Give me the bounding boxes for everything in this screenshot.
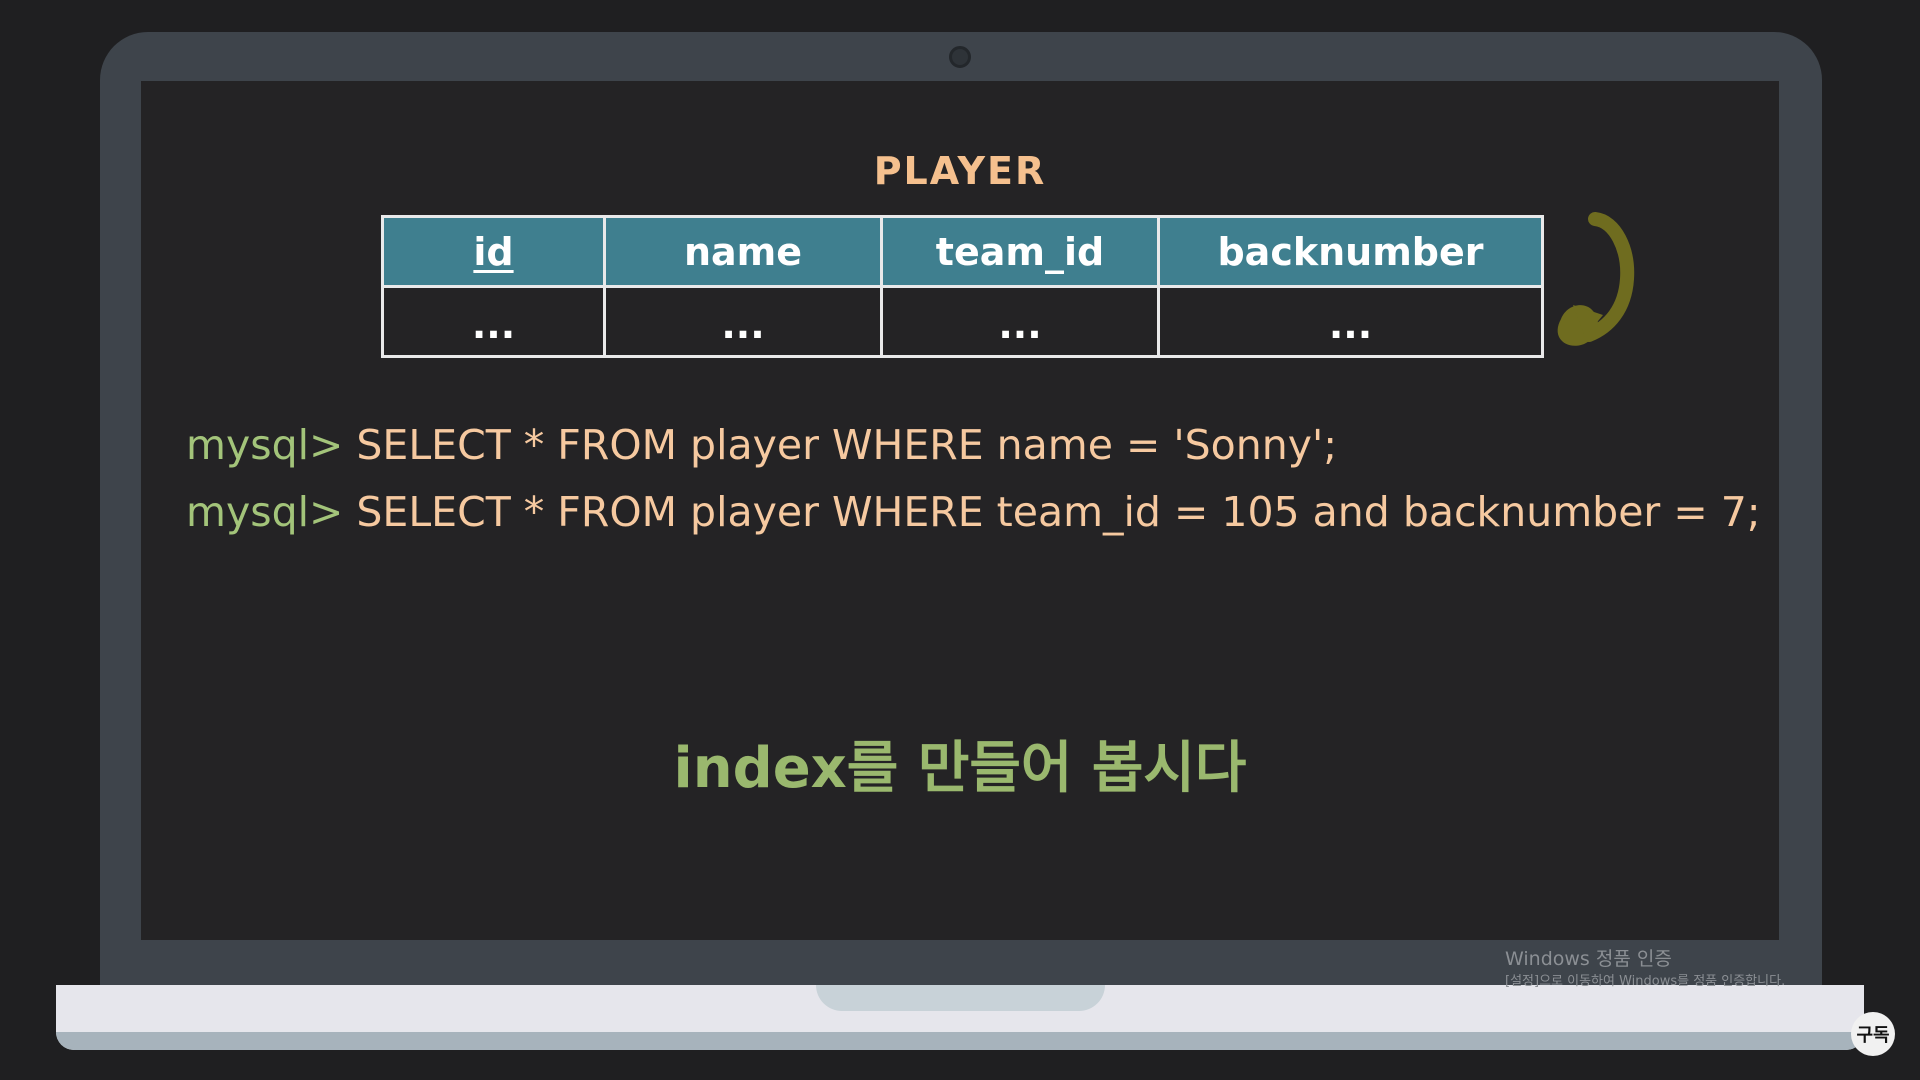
slide-screen: PLAYER id name team_id backnumber ... ..… (141, 81, 1779, 940)
column-id-label: id (473, 229, 514, 274)
column-header-id: id (381, 215, 606, 288)
column-header-team-id: team_id (880, 215, 1160, 288)
table-row: ... ... ... ... (381, 285, 1544, 358)
subscribe-button[interactable]: 구독 (1851, 1012, 1895, 1056)
camera-icon (949, 46, 971, 68)
windows-activation-subtitle: [설정]으로 이동하여 Windows를 정품 인증합니다. (1505, 974, 1786, 989)
query-line-1: mysql> SELECT * FROM player WHERE name =… (186, 421, 1337, 469)
column-header-backnumber: backnumber (1157, 215, 1544, 288)
curved-arrow-icon (1557, 212, 1635, 346)
query-statement: SELECT * FROM player WHERE team_id = 105… (356, 488, 1761, 536)
windows-activation-title: Windows 정품 인증 (1505, 948, 1672, 970)
player-table: id name team_id backnumber ... ... ... .… (381, 215, 1544, 358)
laptop-base-shadow (56, 1032, 1864, 1050)
index-caption: index를 만들어 봅시다 (673, 736, 1247, 801)
table-cell: ... (381, 285, 606, 358)
table-cell: ... (1157, 285, 1544, 358)
mysql-prompt: mysql> (186, 488, 344, 536)
table-cell: ... (880, 285, 1160, 358)
table-cell: ... (603, 285, 883, 358)
laptop-notch (816, 985, 1105, 1011)
table-header-row: id name team_id backnumber (381, 215, 1544, 288)
query-statement: SELECT * FROM player WHERE name = 'Sonny… (356, 421, 1338, 469)
column-header-name: name (603, 215, 883, 288)
query-line-2: mysql> SELECT * FROM player WHERE team_i… (186, 488, 1761, 536)
mysql-prompt: mysql> (186, 421, 344, 469)
table-title: PLAYER (873, 149, 1047, 193)
